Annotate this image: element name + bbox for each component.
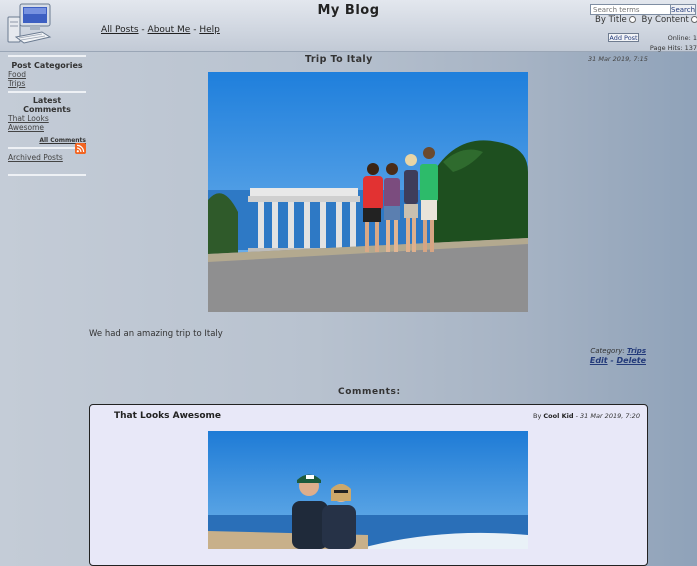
nav-separator: - (193, 25, 197, 35)
search-by-content-label: By Content (641, 15, 689, 25)
post-actions: Edit - Delete (589, 356, 646, 365)
sidebar-divider (8, 174, 86, 176)
top-navigation: All Posts - About Me - Help (101, 25, 220, 35)
comments-heading: Comments: (338, 387, 401, 397)
beach-couple-photo-image (208, 431, 528, 549)
search-input[interactable] (590, 4, 672, 15)
search-options: By Title By Content (595, 15, 697, 25)
comment-date: 31 Mar 2019, 7:20 (580, 412, 640, 420)
post-body: We had an amazing trip to Italy (89, 329, 223, 339)
nav-help[interactable]: Help (199, 25, 220, 35)
nav-separator: - (141, 25, 145, 35)
search-by-title-label: By Title (595, 15, 627, 25)
category-trips-link[interactable]: Trips (8, 79, 86, 88)
latest-comments-heading: Latest Comments (23, 96, 71, 114)
online-count: Online: 1 (667, 34, 697, 42)
post-categories-heading: Post Categories (11, 61, 83, 70)
page-hits: Page Hits: 137 (649, 44, 697, 52)
comment-by-label: By (533, 412, 542, 420)
group-photo-image (208, 72, 528, 312)
rss-feed-icon[interactable] (75, 143, 86, 154)
comment-title: That Looks Awesome (114, 411, 222, 421)
comment-author: Cool Kid (543, 412, 574, 420)
add-post-button[interactable]: Add Post (608, 33, 639, 42)
category-label: Category: (590, 347, 625, 355)
search-button[interactable]: Search (670, 4, 696, 15)
delete-post-link[interactable]: Delete (617, 356, 646, 365)
post-title: Trip To Italy (305, 54, 373, 65)
comment-meta: By Cool Kid - 31 Mar 2019, 7:20 (533, 412, 640, 420)
nav-all-posts[interactable]: All Posts (101, 25, 139, 35)
nav-about-me[interactable]: About Me (148, 25, 191, 35)
archived-posts-link[interactable]: Archived Posts (8, 153, 86, 162)
post-meta: Category: Trips Edit - Delete (590, 347, 646, 366)
latest-comment-link[interactable]: That Looks Awesome (8, 114, 86, 132)
all-comments-link[interactable]: All Comments (8, 137, 86, 144)
sidebar: Post Categories Food Trips Latest Commen… (8, 55, 86, 176)
sidebar-divider (8, 91, 86, 93)
post-date: 31 Mar 2019, 7:15 (588, 55, 648, 63)
search-by-content-radio[interactable] (690, 16, 697, 23)
edit-post-link[interactable]: Edit (590, 356, 608, 365)
category-food-link[interactable]: Food (8, 70, 86, 79)
sidebar-divider (8, 55, 86, 57)
post-category-link[interactable]: Trips (627, 347, 646, 355)
search-by-title-radio[interactable] (628, 16, 636, 23)
